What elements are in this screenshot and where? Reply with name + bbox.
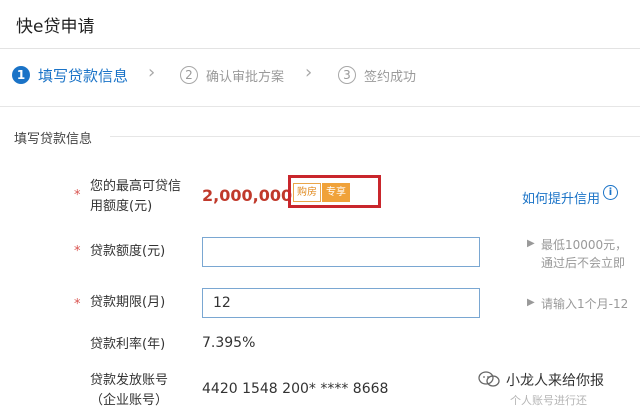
improve-credit-link[interactable]: 如何提升信用 xyxy=(522,188,600,207)
hint-arrow-icon: ▶ xyxy=(527,238,535,249)
max-credit-label: 您的最高可贷信 用额度(元) xyxy=(90,177,181,217)
account-label-line1: 贷款发放账号 xyxy=(90,373,169,388)
account-label-line2: （企业账号） xyxy=(90,393,169,408)
loan-term-hint: 请输入1个月-12 xyxy=(541,297,629,311)
step-3-label: 签约成功 xyxy=(364,69,417,85)
max-credit-label-line1: 您的最高可贷信 xyxy=(90,179,182,194)
loan-term-input[interactable]: 12 xyxy=(202,288,480,318)
wechat-icon xyxy=(478,371,500,387)
interest-rate-label: 贷款利率(年) xyxy=(90,337,166,352)
step-3: 3 签约成功 xyxy=(338,63,416,87)
info-icon[interactable]: i xyxy=(603,185,618,200)
watermark-text: 小龙人来给你报 xyxy=(506,373,604,389)
required-marker: * xyxy=(74,297,81,312)
highlight-box xyxy=(288,175,381,208)
loan-amount-input[interactable] xyxy=(202,237,480,267)
max-credit-label-line2: 用额度(元) xyxy=(90,199,153,214)
step-2-number: 2 xyxy=(180,66,198,84)
divider xyxy=(0,106,640,107)
account-value: 4420 1548 200* **** 8668 xyxy=(202,381,389,397)
step-1-label: 填写贷款信息 xyxy=(38,66,129,85)
step-3-number: 3 xyxy=(338,66,356,84)
account-label: 贷款发放账号 （企业账号） xyxy=(90,371,168,411)
interest-rate-value: 7.395% xyxy=(202,335,256,351)
step-1-number: 1 xyxy=(12,66,30,84)
chevron-right-icon: › xyxy=(148,62,156,83)
watermark-subtext: 个人账号进行还 xyxy=(510,394,587,407)
step-2: 2 确认审批方案 xyxy=(180,63,284,87)
loan-term-label: 贷款期限(月) xyxy=(90,295,166,310)
loan-amount-label: 贷款额度(元) xyxy=(90,244,166,259)
step-2-label: 确认审批方案 xyxy=(206,69,285,85)
loan-amount-hint-line1: 最低10000元， xyxy=(541,238,628,252)
page-header xyxy=(0,0,640,49)
loan-amount-hint-line2: 通过后不会立即 xyxy=(541,256,626,270)
required-marker: * xyxy=(74,244,81,259)
step-1: 1 填写贷款信息 xyxy=(12,63,128,87)
page-title: 快e贷申请 xyxy=(16,17,95,37)
section-title: 填写贷款信息 xyxy=(14,132,93,147)
chevron-right-icon: › xyxy=(305,62,313,83)
hint-arrow-icon: ▶ xyxy=(527,297,535,308)
required-marker: * xyxy=(74,188,81,203)
section-divider xyxy=(110,136,640,137)
